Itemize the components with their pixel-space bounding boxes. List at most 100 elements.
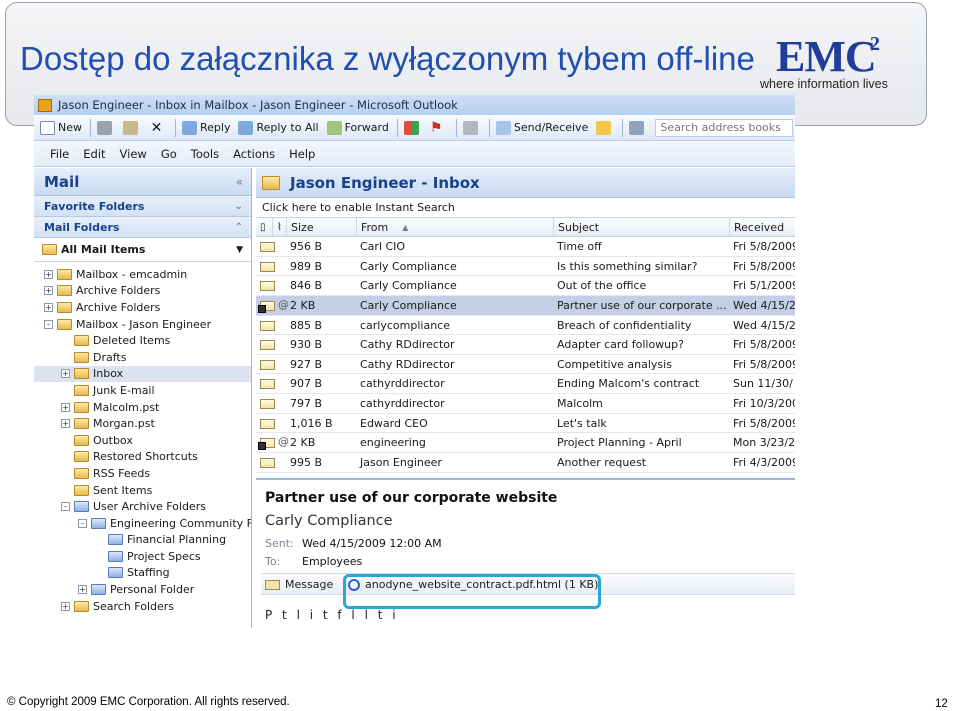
message-row[interactable]: 995 B Jason Engineer Another request Fri 4/… — [256, 453, 795, 473]
menu-view[interactable]: View — [120, 147, 147, 161]
cell-received: Fri 10/3/200 — [733, 397, 795, 411]
folder-item[interactable]: Staffing — [34, 565, 251, 582]
folder-icon — [74, 467, 89, 479]
folder-item[interactable]: + Mailbox - emcadmin — [34, 266, 251, 283]
send-receive-button[interactable]: Send/Receive — [495, 120, 588, 135]
col-icon[interactable]: ▯ — [256, 218, 272, 237]
cell-received: Fri 5/1/2009 — [733, 279, 795, 293]
delete-button[interactable]: ✕ — [149, 121, 167, 135]
menu-go[interactable]: Go — [161, 147, 177, 161]
standard-toolbar: New ✕ Reply Reply to All Forward ⚑ Send/… — [34, 115, 795, 141]
expand-icon[interactable]: + — [44, 269, 53, 279]
search-address-books-input[interactable] — [655, 118, 794, 137]
folder-item[interactable]: + Archive Folders — [34, 283, 251, 300]
message-row[interactable]: 907 B cathyrddirector Ending Malcom's cont… — [256, 374, 795, 395]
follow-up-button[interactable]: ⚑ — [430, 121, 448, 135]
folder-item[interactable]: Sent Items — [34, 482, 251, 499]
message-list-header: ▯ ⌇ Size From ▲ Subject Received — [256, 218, 795, 237]
reply-all-label: Reply to All — [256, 121, 319, 134]
col-subject[interactable]: Subject — [553, 218, 729, 237]
menu-file[interactable]: File — [50, 147, 69, 161]
new-button[interactable]: New — [40, 120, 82, 135]
print-button[interactable] — [97, 120, 115, 135]
folder-label: Morgan.pst — [93, 417, 155, 431]
folder-item[interactable]: Drafts — [34, 349, 251, 366]
menu-edit[interactable]: Edit — [83, 147, 105, 161]
reply-button[interactable]: Reply — [182, 120, 230, 135]
cell-subject: Let's talk — [557, 416, 607, 430]
emc-logo-superscript: 2 — [870, 33, 880, 55]
expand-icon[interactable]: + — [61, 419, 70, 429]
collapse-icon[interactable]: - — [44, 319, 53, 329]
message-row[interactable]: 956 B Carl CIO Time off Fri 5/8/2009 — [256, 237, 795, 257]
message-row[interactable]: 797 B cathyrddirector Malcolm Fri 10/3/200 — [256, 394, 795, 414]
folder-item[interactable]: + Personal Folder — [34, 581, 251, 598]
instant-search-label: Click here to enable Instant Search — [262, 201, 455, 214]
folder-item[interactable]: Deleted Items — [34, 332, 251, 349]
folder-icon — [74, 501, 89, 513]
folder-label: Mailbox - emcadmin — [76, 267, 188, 281]
message-row[interactable]: 885 B carlycompliance Breach of confidenti… — [256, 316, 795, 336]
folder-icon — [57, 285, 72, 297]
message-row[interactable]: @2 KB Carly Compliance Partner use of our … — [256, 295, 795, 316]
folder-item[interactable]: - User Archive Folders — [34, 498, 251, 515]
col-from[interactable]: From ▲ — [356, 218, 553, 237]
junk-button[interactable] — [462, 120, 481, 135]
expand-icon[interactable]: + — [61, 601, 70, 611]
folder-label: Sent Items — [93, 483, 153, 497]
book-button[interactable] — [629, 120, 647, 135]
all-mail-items-dropdown[interactable]: All Mail Items ▼ — [34, 238, 251, 262]
forward-button[interactable]: Forward — [326, 120, 389, 135]
expand-icon[interactable]: + — [61, 369, 70, 379]
move-to-folder-icon — [123, 120, 138, 135]
favorite-folders-header[interactable]: Favorite Folders ⌄ — [34, 196, 251, 217]
folder-item[interactable]: RSS Feeds — [34, 465, 251, 482]
col-size-label: Size — [291, 221, 314, 234]
cell-received: Fri 5/8/2009 — [733, 240, 795, 253]
expand-icon[interactable]: + — [78, 585, 87, 595]
col-received[interactable]: Received — [729, 218, 795, 237]
folder-item[interactable]: + Archive Folders — [34, 299, 251, 316]
folder-item[interactable]: + Malcolm.pst — [34, 399, 251, 416]
message-row[interactable]: 989 B Carly Compliance Is this something s… — [256, 257, 795, 277]
folder-item[interactable]: Financial Planning — [34, 532, 251, 549]
menu-help[interactable]: Help — [289, 147, 315, 161]
message-row[interactable]: 927 B Cathy RDdirector Competitive analysi… — [256, 355, 795, 375]
folder-item[interactable]: + Search Folders — [34, 598, 251, 615]
menu-actions[interactable]: Actions — [233, 147, 275, 161]
collapse-pane-icon[interactable]: « — [236, 175, 243, 189]
menu-tools[interactable]: Tools — [191, 147, 219, 161]
collapse-icon[interactable]: - — [78, 518, 87, 528]
folder-item[interactable]: - Mailbox - Jason Engineer — [34, 316, 251, 333]
folder-item[interactable]: Outbox — [34, 432, 251, 449]
folder-item[interactable]: + Morgan.pst — [34, 415, 251, 432]
expand-icon[interactable]: + — [44, 302, 53, 312]
instant-search-bar[interactable]: Click here to enable Instant Search — [256, 198, 795, 218]
col-subject-label: Subject — [558, 221, 600, 234]
mail-folders-header[interactable]: Mail Folders ⌃ — [34, 217, 251, 238]
message-row[interactable]: 1,016 B Edward CEO Let's talk Fri 5/8/2009 — [256, 414, 795, 434]
reply-all-button[interactable]: Reply to All — [238, 120, 319, 135]
folder-item[interactable]: + Inbox — [34, 365, 251, 383]
folder-item[interactable]: Junk E-mail — [34, 382, 251, 399]
message-tab[interactable]: Message — [265, 576, 333, 593]
send-receive-icon — [495, 120, 511, 135]
col-attachment[interactable]: ⌇ — [272, 218, 286, 237]
collapse-icon[interactable]: - — [61, 502, 70, 512]
categorize-button[interactable] — [403, 120, 422, 135]
message-row[interactable]: 846 B Carly Compliance Out of the office Fr… — [256, 276, 795, 296]
message-row[interactable]: 930 B Cathy RDdirector Adapter card follow… — [256, 335, 795, 355]
all-mail-items-label: All Mail Items — [61, 243, 146, 256]
col-size[interactable]: Size — [286, 218, 356, 237]
folder-item[interactable]: Project Specs — [34, 548, 251, 565]
emc-logo-text: EMC — [776, 32, 877, 81]
message-row[interactable]: @2 KB engineering Project Planning - April… — [256, 433, 795, 454]
expand-icon[interactable]: + — [61, 402, 70, 412]
col-received-label: Received — [734, 221, 785, 234]
folder-item[interactable]: Restored Shortcuts — [34, 449, 251, 466]
folder-label: Project Specs — [127, 549, 201, 563]
folder-item[interactable]: - Engineering Community F — [34, 515, 251, 532]
address-book-button[interactable] — [596, 120, 614, 135]
move-button[interactable] — [123, 120, 141, 135]
expand-icon[interactable]: + — [44, 286, 53, 296]
